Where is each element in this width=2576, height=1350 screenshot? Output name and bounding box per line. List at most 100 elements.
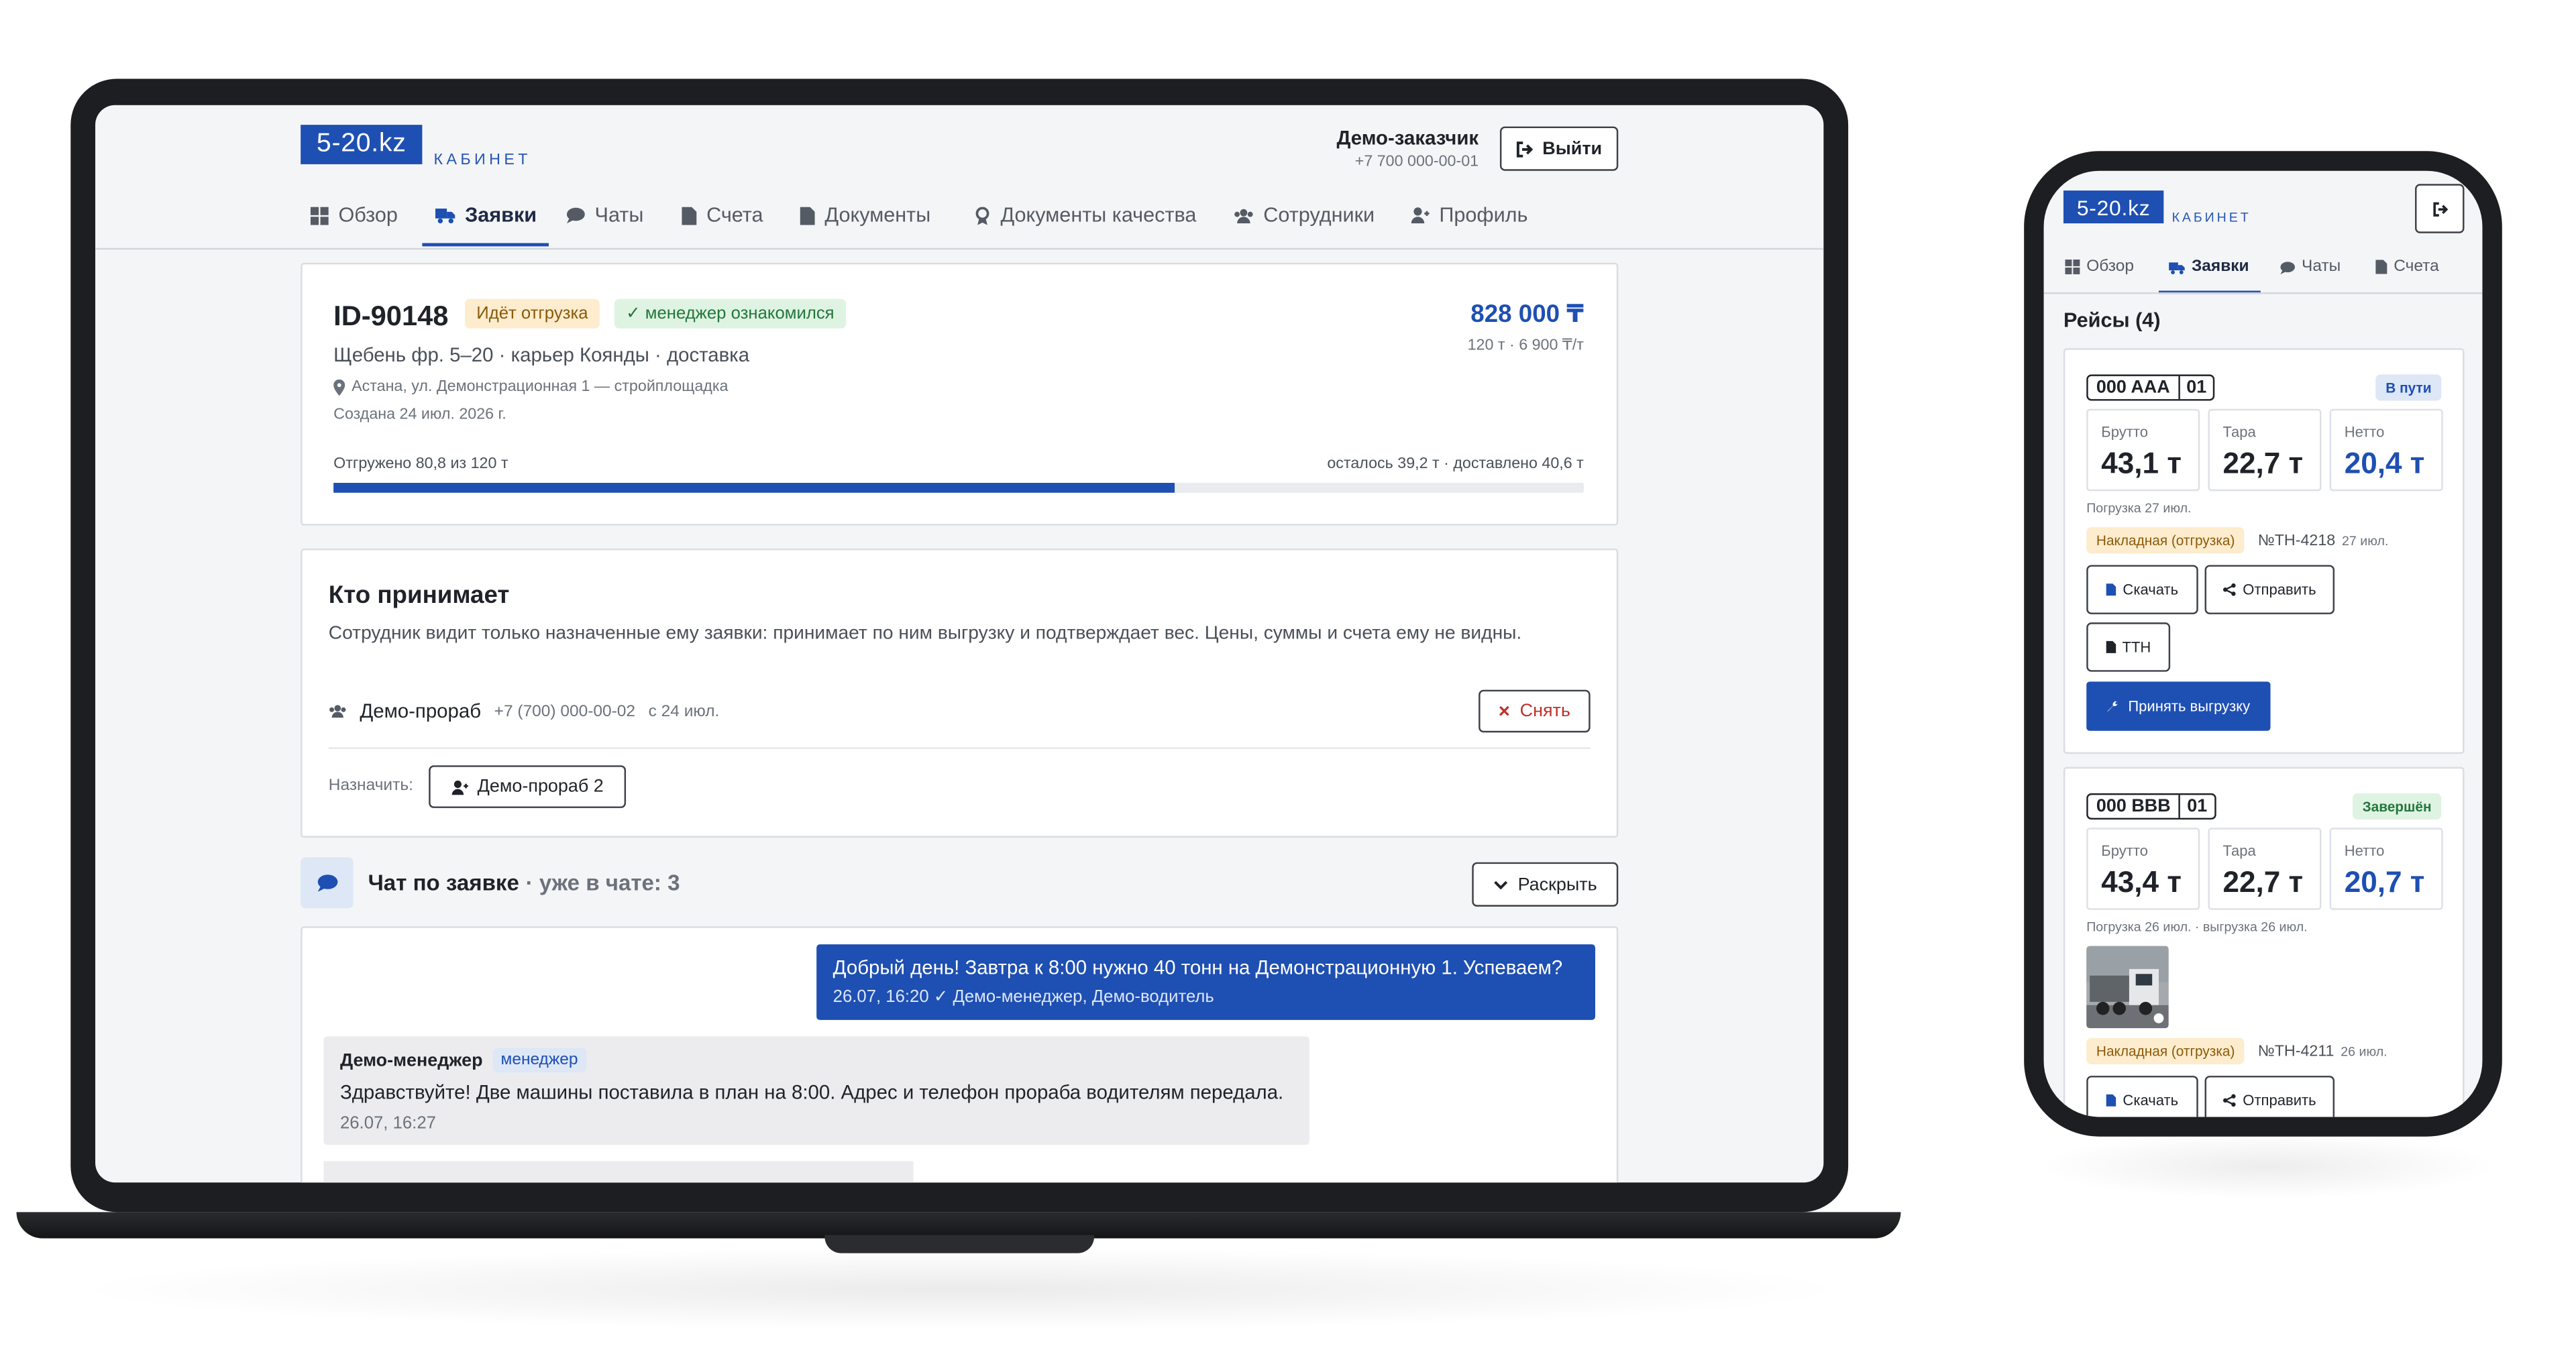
share-icon — [2223, 1094, 2237, 1107]
document-date: 26 июл. — [2341, 1044, 2387, 1059]
trips-title: Рейсы (4) — [2063, 308, 2161, 332]
net-weight-box: Нетто 20,4 т — [2329, 408, 2443, 492]
trip-card: 000 AAA 01 В пути Брутто 43,1 т Тара 22,… — [2063, 348, 2465, 754]
status-badge: Идёт отгрузка — [465, 298, 600, 329]
send-button[interactable]: Отправить — [2204, 1076, 2335, 1117]
gross-weight-box: Брутто 43,4 т — [2086, 828, 2200, 910]
send-label: Отправить — [2243, 581, 2316, 598]
tab-invoices-label: Счета — [2394, 258, 2439, 276]
chat-members: · уже в чате: 3 — [525, 870, 680, 895]
tab-documents[interactable]: Документы — [800, 204, 975, 227]
brand-logo[interactable]: 5-20.kz — [301, 125, 423, 164]
tare-label: Тара — [2222, 842, 2256, 859]
file-icon — [2106, 640, 2116, 654]
map-pin-icon — [333, 378, 345, 395]
tab-orders-label: Заявки — [2191, 258, 2249, 276]
share-icon — [2223, 583, 2237, 596]
order-created: Создана 24 июл. 2026 г. — [333, 405, 506, 424]
remove-receiver-button[interactable]: × Снять — [1479, 689, 1591, 733]
tab-employees[interactable]: Сотрудники — [1234, 204, 1411, 227]
grid-icon — [310, 206, 329, 225]
brand-logo[interactable]: 5-20.kz — [2063, 190, 2164, 224]
download-button[interactable]: Скачать — [2086, 565, 2198, 614]
order-address: Астана, ул. Демонстрационная 1 — стройпл… — [333, 378, 728, 396]
receiver-phone: +7 (700) 000-00-02 — [494, 701, 636, 720]
net-label: Нетто — [2344, 423, 2385, 441]
trip-dates: Погрузка 27 июл. — [2086, 500, 2192, 516]
receiver-since: с 24 июл. — [648, 701, 720, 720]
progress-track — [333, 483, 1584, 493]
truck-icon — [2169, 260, 2185, 274]
chat-message-partial — [323, 1161, 914, 1183]
order-title: Щебень фр. 5–20 · карьер Коянды · достав… — [333, 343, 750, 367]
plate-main: 000 BBB — [2096, 796, 2171, 817]
order-address-text: Астана, ул. Демонстрационная 1 — стройпл… — [352, 378, 729, 396]
tare-weight-box: Тара 22,7 т — [2208, 828, 2322, 910]
tab-chats[interactable]: Чаты — [566, 203, 682, 227]
truck-photo[interactable] — [2086, 946, 2169, 1029]
chat-icon — [2280, 260, 2296, 274]
user-icon — [1411, 207, 1430, 224]
logout-button[interactable]: Выйти — [1499, 126, 1619, 171]
chat-message-text: Добрый день! Завтра к 8:00 нужно 40 тонн… — [833, 956, 1563, 979]
tab-quality-docs-label: Документы качества — [1000, 203, 1197, 227]
plate-region: 01 — [2178, 795, 2214, 818]
expand-chat-button[interactable]: Раскрыть — [1472, 862, 1619, 907]
receiver-name: Демо-прораб — [360, 699, 482, 723]
receiver-card: Кто принимает Сотрудник видит только наз… — [301, 548, 1619, 838]
trip-document-row: Накладная (отгрузка) №ТН-4211 26 июл. — [2086, 1037, 2387, 1064]
plate-main: 000 AAA — [2096, 378, 2170, 398]
tab-documents-label: Документы — [824, 203, 931, 227]
mobile-nav: Обзор Заявки Чаты Счета — [2065, 258, 2471, 294]
document-badge: Накладная (отгрузка) — [2086, 527, 2245, 554]
document-number: №ТН-4211 — [2257, 1042, 2334, 1060]
send-button[interactable]: Отправить — [2204, 565, 2335, 614]
mobile-nav-divider — [2043, 292, 2483, 294]
order-id: ID-90148 — [333, 300, 449, 332]
tare-value: 22,7 т — [2222, 865, 2304, 899]
accept-unloading-button[interactable]: Принять выгрузку — [2086, 681, 2271, 731]
download-button[interactable]: Скачать — [2086, 1076, 2198, 1117]
receiver-row: Демо-прораб +7 (700) 000-00-02 с 24 июл. — [329, 699, 720, 723]
chat-message-text: Здравствуйте! Две машины поставила в пла… — [339, 1080, 1284, 1104]
ack-badge: ✓ менеджер ознакомился — [614, 298, 846, 329]
tab-orders-label: Заявки — [465, 203, 537, 227]
close-icon: × — [1498, 699, 1510, 723]
progress-remaining: осталось 39,2 т · доставлено 40,6 т — [1327, 455, 1584, 473]
assign-employee-button[interactable]: Демо-прораб 2 — [429, 765, 627, 808]
chat-message-incoming: Демо-менеджер менеджер Здравствуйте! Две… — [323, 1036, 1309, 1145]
logout-button[interactable] — [2415, 184, 2465, 233]
receiver-divider — [328, 747, 1591, 749]
tab-overview[interactable]: Обзор — [2065, 258, 2168, 276]
wrench-icon — [2106, 699, 2120, 713]
user-info: Демо-заказчик +7 700 000-00-01 — [1245, 127, 1479, 171]
order-card: ID-90148 Идёт отгрузка ✓ менеджер ознако… — [301, 262, 1619, 526]
gross-label: Брутто — [2101, 842, 2148, 859]
receiver-title: Кто принимает — [328, 581, 510, 610]
tare-weight-box: Тара 22,7 т — [2208, 408, 2322, 492]
users-icon — [1234, 208, 1253, 223]
laptop-screen: 5-20.kz КАБИНЕТ Демо-заказчик +7 700 000… — [95, 105, 1824, 1183]
tab-quality-docs[interactable]: Документы качества — [974, 204, 1234, 227]
document-badge: Накладная (отгрузка) — [2086, 1037, 2245, 1064]
tab-overview-label: Обзор — [2086, 258, 2134, 276]
tab-chats[interactable]: Чаты — [2280, 258, 2375, 276]
tab-orders[interactable]: Заявки — [422, 203, 567, 247]
tab-invoices[interactable]: Счета — [682, 204, 800, 227]
ttn-button[interactable]: ТТН — [2086, 622, 2171, 672]
chat-card: Добрый день! Завтра к 8:00 нужно 40 тонн… — [301, 926, 1619, 1183]
license-plate: 000 BBB 01 — [2086, 793, 2216, 820]
tare-value: 22,7 т — [2222, 447, 2304, 480]
logout-icon — [1516, 140, 1533, 157]
trip-status-badge: Завершён — [2352, 793, 2442, 820]
tab-chats-label: Чаты — [594, 203, 644, 227]
tab-overview[interactable]: Обзор — [310, 204, 435, 227]
ttn-label: ТТН — [2122, 638, 2151, 656]
gross-value: 43,4 т — [2101, 865, 2182, 899]
tab-invoices[interactable]: Счета — [2375, 258, 2471, 276]
assign-employee-label: Демо-прораб 2 — [477, 777, 604, 797]
tab-profile[interactable]: Профиль — [1411, 204, 1543, 227]
file-icon — [682, 206, 697, 225]
tab-orders[interactable]: Заявки — [2158, 258, 2281, 294]
progress-shipped: Отгружено 80,8 из 120 т — [333, 455, 508, 473]
